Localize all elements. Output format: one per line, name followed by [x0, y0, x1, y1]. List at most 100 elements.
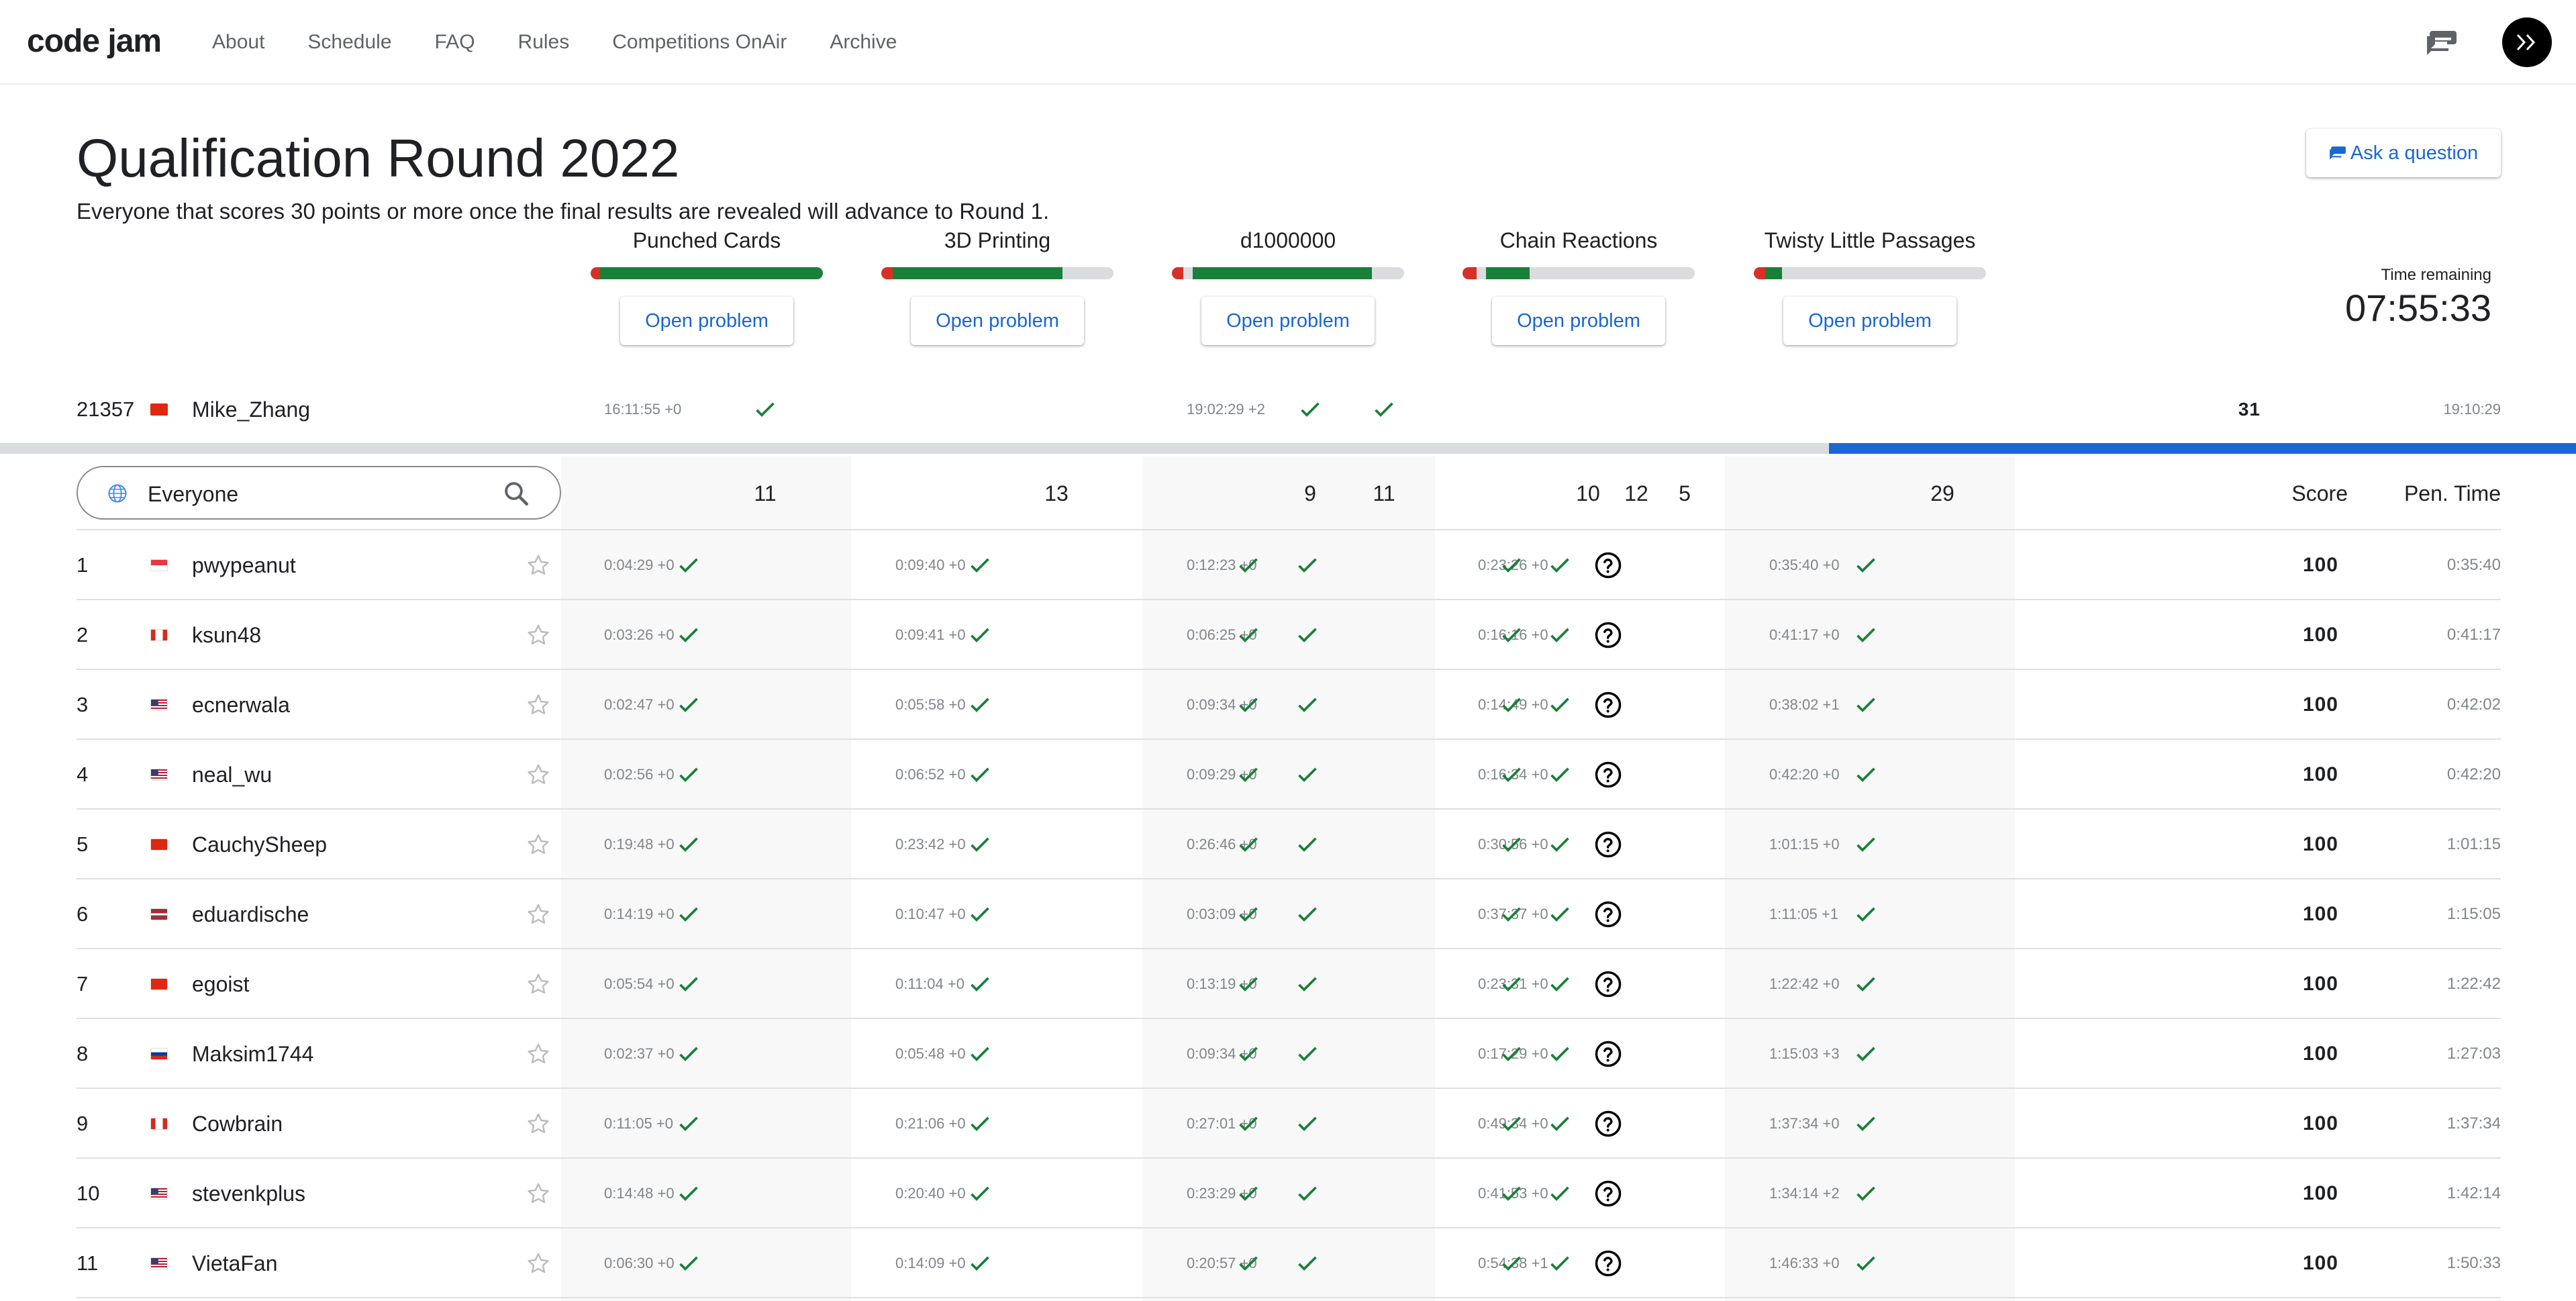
question-mark-icon — [1593, 1089, 1623, 1159]
nav-link-faq[interactable]: FAQ — [435, 31, 475, 54]
participant-name[interactable]: stevenkplus — [192, 1159, 305, 1228]
participant-name[interactable]: ecnerwala — [192, 670, 290, 740]
nav-link-schedule[interactable]: Schedule — [307, 31, 391, 54]
participant-name[interactable]: VietaFan — [192, 1228, 278, 1298]
check-icon — [1293, 949, 1322, 1019]
penalty-time: 1:01:15 — [2446, 835, 2501, 853]
star-icon[interactable] — [524, 1228, 553, 1298]
check-icon — [1545, 949, 1575, 1019]
chat-icon[interactable] — [2426, 28, 2458, 58]
nav-link-competitions-onair[interactable]: Competitions OnAir — [612, 31, 787, 54]
time-3d-printing: 0:10:47 +0 — [895, 906, 966, 922]
star-icon[interactable] — [524, 949, 553, 1019]
my-name[interactable]: Mike_Zhang — [192, 383, 310, 436]
check-icon — [1851, 949, 1881, 1019]
nav-link-archive[interactable]: Archive — [830, 31, 897, 54]
check-icon — [965, 1159, 995, 1228]
star-icon[interactable] — [524, 530, 553, 600]
check-icon — [1293, 879, 1322, 949]
time-3d-printing: 0:23:42 +0 — [895, 836, 966, 853]
rank: 9 — [77, 1112, 89, 1135]
score: 100 — [2302, 1252, 2338, 1274]
time-3d-printing: 0:06:52 +0 — [895, 766, 966, 783]
russia-flag-icon — [150, 1019, 168, 1089]
points-header: 12 — [1624, 481, 1648, 505]
table-row: 2 ksun48 0:03:26 +0 0:09:41 +0 0:06:25 +0 0:1… — [77, 600, 2501, 670]
ask-question-button[interactable]: Ask a question — [2306, 129, 2501, 177]
participant-name[interactable]: Maksim1744 — [192, 1019, 313, 1089]
rank: 11 — [77, 1251, 99, 1275]
open-problem-button[interactable]: Open problem — [911, 297, 1084, 345]
star-icon[interactable] — [524, 1019, 553, 1089]
solve-rate-bar — [1754, 267, 1986, 279]
table-row: 5 CauchySheep 0:19:48 +0 0:23:42 +0 0:26:46 … — [77, 810, 2501, 879]
star-icon[interactable] — [524, 810, 553, 879]
star-icon[interactable] — [524, 740, 553, 810]
star-icon[interactable] — [524, 879, 553, 949]
check-icon — [1545, 1159, 1575, 1228]
score: 100 — [2302, 1182, 2338, 1204]
my-time-d1000000: 19:02:29 +2 — [1187, 401, 1265, 418]
open-problem-button[interactable]: Open problem — [1492, 297, 1665, 345]
participant-name[interactable]: pwypeanut — [192, 530, 296, 600]
score: 100 — [2302, 693, 2338, 716]
star-icon[interactable] — [524, 1159, 553, 1228]
star-icon[interactable] — [524, 600, 553, 670]
participant-filter[interactable]: Everyone — [77, 466, 561, 520]
usa-flag-icon — [150, 1228, 168, 1298]
check-icon — [1293, 810, 1322, 879]
problem-title: d1000000 — [1240, 228, 1336, 252]
nav-link-rules[interactable]: Rules — [518, 31, 570, 54]
problem-title: 3D Printing — [944, 228, 1051, 252]
score-header[interactable]: Score — [2180, 456, 2348, 530]
check-icon — [1369, 383, 1399, 436]
question-mark-icon — [1593, 810, 1623, 879]
brand-logo[interactable]: code jam — [27, 23, 162, 60]
check-icon — [1234, 1159, 1263, 1228]
problem-title: Twisty Little Passages — [1764, 228, 1976, 252]
open-problem-button[interactable]: Open problem — [1201, 297, 1375, 345]
canada-flag-icon — [150, 1089, 168, 1159]
avatar[interactable] — [2502, 17, 2552, 67]
points-header: 13 — [1044, 481, 1069, 505]
question-mark-icon — [1593, 530, 1623, 600]
participant-name[interactable]: eduardische — [192, 879, 309, 949]
check-icon — [965, 530, 995, 600]
check-icon — [1851, 1089, 1881, 1159]
table-row: 10 stevenkplus 0:14:48 +0 0:20:40 +0 0:23:29… — [77, 1159, 2501, 1228]
participant-name[interactable]: egoist — [192, 949, 249, 1019]
participant-name[interactable]: ksun48 — [192, 600, 261, 670]
time-twisty-little-passages: 1:22:42 +0 — [1769, 975, 1840, 992]
check-icon — [1234, 670, 1263, 740]
participant-name[interactable]: neal_wu — [192, 740, 272, 810]
check-icon — [1545, 670, 1575, 740]
check-icon — [674, 1159, 703, 1228]
participant-name[interactable]: CauchySheep — [192, 810, 327, 879]
score: 100 — [2302, 554, 2338, 576]
open-problem-button[interactable]: Open problem — [1783, 297, 1956, 345]
nav-link-about[interactable]: About — [212, 31, 264, 54]
time-3d-printing: 0:21:06 +0 — [895, 1115, 966, 1132]
time-punched-cards: 0:19:48 +0 — [604, 836, 675, 853]
participant-name[interactable]: Cowbrain — [192, 1089, 283, 1159]
table-row: 6 eduardische 0:14:19 +0 0:10:47 +0 0:03:09 … — [77, 879, 2501, 949]
penalty-time: 1:37:34 — [2446, 1114, 2501, 1133]
rank: 8 — [77, 1042, 89, 1065]
check-icon — [1851, 1159, 1881, 1228]
check-icon — [1497, 530, 1526, 600]
penalty-time-header[interactable]: Pen. Time — [2367, 456, 2501, 530]
search-icon[interactable] — [502, 479, 530, 508]
flag-icon — [150, 383, 168, 436]
time-twisty-little-passages: 1:01:15 +0 — [1769, 836, 1840, 853]
advancement-note: Everyone that scores 30 points or more o… — [77, 199, 1050, 224]
ask-question-label: Ask a question — [2350, 142, 2479, 164]
penalty-time: 0:42:20 — [2446, 765, 2501, 783]
open-problem-button[interactable]: Open problem — [620, 297, 793, 345]
star-icon[interactable] — [524, 1089, 553, 1159]
star-icon[interactable] — [524, 670, 553, 740]
check-icon — [1295, 383, 1325, 436]
table-row: 4 neal_wu 0:02:56 +0 0:06:52 +0 0:09:29 +0 0:… — [77, 740, 2501, 810]
time-punched-cards: 0:03:26 +0 — [604, 626, 675, 643]
check-icon — [1545, 530, 1575, 600]
question-mark-icon — [1593, 670, 1623, 740]
